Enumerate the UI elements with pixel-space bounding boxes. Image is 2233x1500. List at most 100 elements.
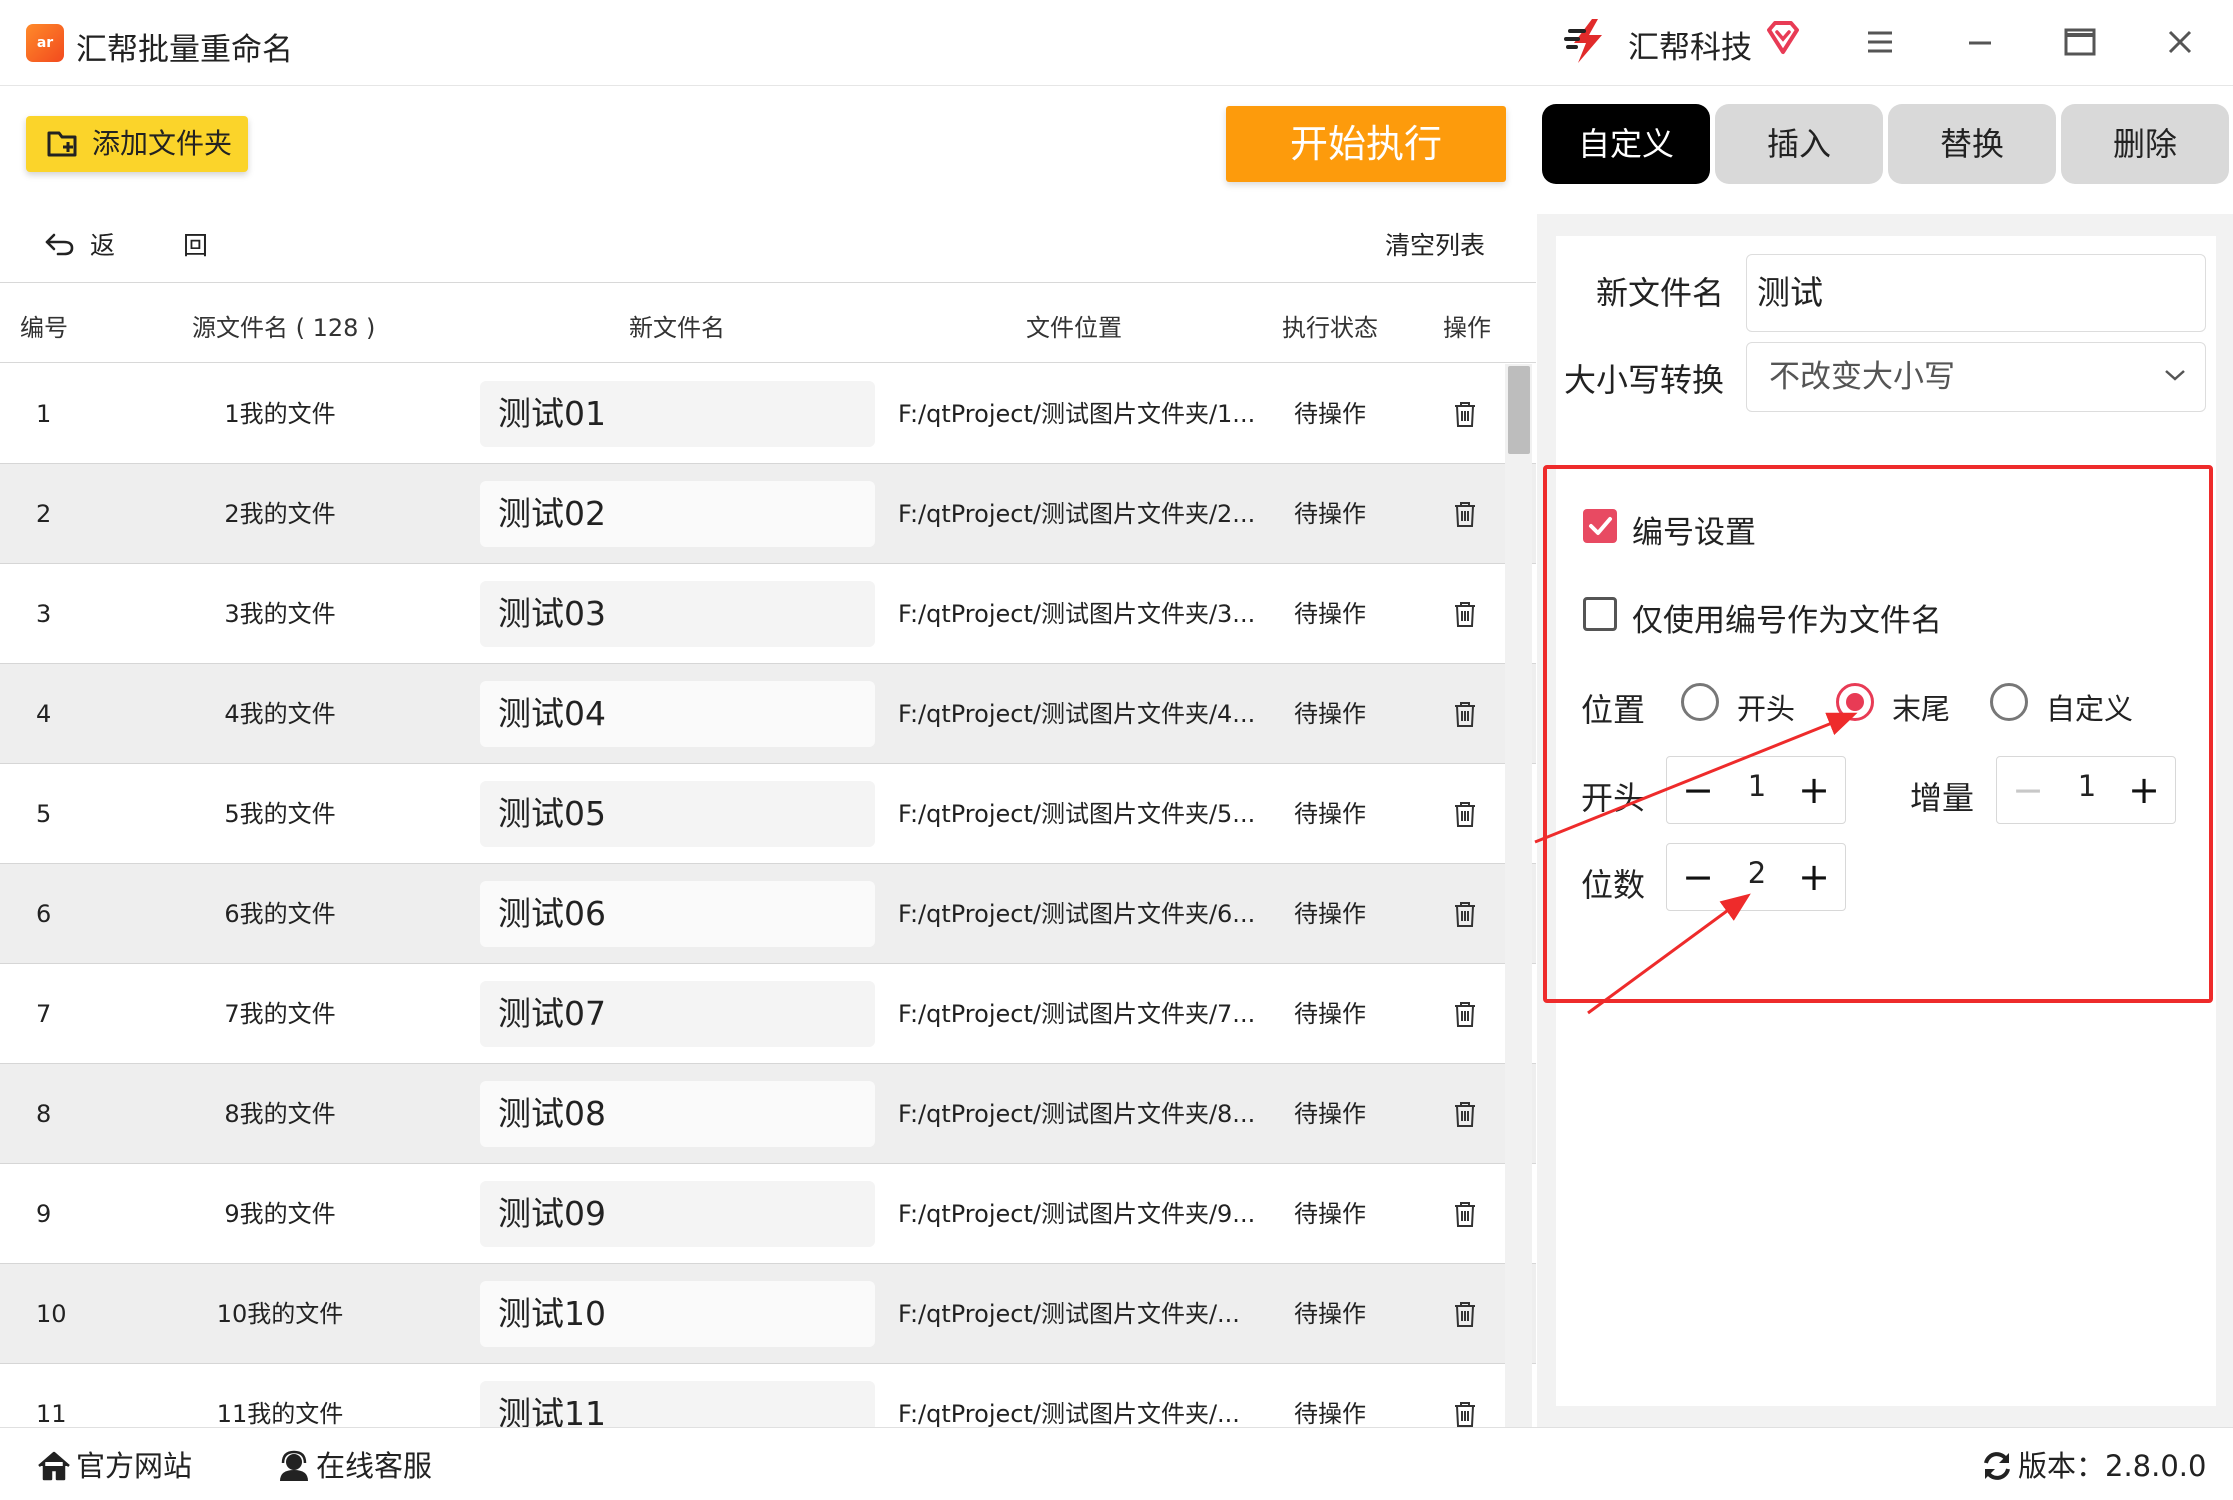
status-text: 待操作 bbox=[1294, 1100, 1366, 1128]
file-path: F:/qtProject/测试图片文件夹/2... bbox=[898, 500, 1256, 528]
menu-icon[interactable] bbox=[1858, 20, 1902, 64]
row-number: 10 bbox=[36, 1300, 67, 1328]
minimize-icon[interactable] bbox=[1958, 20, 2002, 64]
col-header-new: 新文件名 bbox=[629, 314, 725, 342]
start-execute-button[interactable]: 开始执行 bbox=[1226, 106, 1506, 182]
table-row[interactable]: 6 6我的文件 测试06 F:/qtProject/测试图片文件夹/6... 待… bbox=[0, 864, 1536, 964]
file-path: F:/qtProject/测试图片文件夹/6... bbox=[898, 900, 1256, 928]
row-number: 11 bbox=[36, 1400, 67, 1427]
new-name-input[interactable]: 测试 bbox=[1746, 254, 2206, 332]
divider bbox=[0, 282, 1536, 283]
tab-delete[interactable]: 删除 bbox=[2061, 104, 2229, 184]
new-filename-field[interactable]: 测试08 bbox=[480, 1081, 875, 1147]
online-support-link[interactable]: 在线客服 bbox=[276, 1443, 432, 1485]
file-table: 1 1我的文件 测试01 F:/qtProject/测试图片文件夹/1... 待… bbox=[0, 364, 1536, 1427]
source-filename: 5我的文件 bbox=[224, 800, 336, 828]
headset-icon bbox=[280, 1450, 308, 1481]
new-filename-field[interactable]: 测试05 bbox=[480, 781, 875, 847]
close-icon[interactable] bbox=[2158, 20, 2202, 64]
tab-replace[interactable]: 替换 bbox=[1888, 104, 2056, 184]
row-number: 9 bbox=[36, 1200, 52, 1228]
status-text: 待操作 bbox=[1294, 1000, 1366, 1028]
official-website-label: 官方网站 bbox=[76, 1449, 193, 1483]
official-website-link[interactable]: 官方网站 bbox=[36, 1443, 192, 1485]
source-filename: 8我的文件 bbox=[224, 1100, 336, 1128]
new-filename-field[interactable]: 测试07 bbox=[480, 981, 875, 1047]
refresh-icon bbox=[1984, 1452, 2010, 1480]
trash-icon[interactable] bbox=[1452, 900, 1478, 928]
version-info: 版本：2.8.0.0 bbox=[1980, 1443, 2206, 1485]
table-row[interactable]: 4 4我的文件 测试04 F:/qtProject/测试图片文件夹/4... 待… bbox=[0, 664, 1536, 764]
diamond-vip-icon[interactable] bbox=[1765, 20, 1801, 56]
table-row[interactable]: 7 7我的文件 测试07 F:/qtProject/测试图片文件夹/7... 待… bbox=[0, 964, 1536, 1064]
tab-insert[interactable]: 插入 bbox=[1715, 104, 1883, 184]
trash-icon[interactable] bbox=[1452, 400, 1478, 428]
source-filename: 3我的文件 bbox=[224, 600, 336, 628]
folder-add-icon bbox=[47, 131, 77, 157]
status-text: 待操作 bbox=[1294, 1200, 1366, 1228]
new-filename-field[interactable]: 测试01 bbox=[480, 381, 875, 447]
status-text: 待操作 bbox=[1294, 500, 1366, 528]
add-folder-label: 添加文件夹 bbox=[92, 127, 233, 160]
table-row[interactable]: 11 11我的文件 测试11 F:/qtProject/测试图片文件夹/... … bbox=[0, 1364, 1536, 1427]
new-filename-field[interactable]: 测试03 bbox=[480, 581, 875, 647]
new-filename-field[interactable]: 测试10 bbox=[480, 1281, 875, 1347]
source-filename: 4我的文件 bbox=[224, 700, 336, 728]
clear-list-button[interactable]: 清空列表 bbox=[1385, 226, 1485, 262]
table-row[interactable]: 5 5我的文件 测试05 F:/qtProject/测试图片文件夹/5... 待… bbox=[0, 764, 1536, 864]
new-filename-field[interactable]: 测试06 bbox=[480, 881, 875, 947]
brand-name: 汇帮科技 bbox=[1628, 30, 1752, 66]
table-row[interactable]: 1 1我的文件 测试01 F:/qtProject/测试图片文件夹/1... 待… bbox=[0, 364, 1536, 464]
new-name-label: 新文件名 bbox=[1596, 274, 1725, 312]
back-button[interactable]: 返 回 bbox=[44, 226, 238, 262]
trash-icon[interactable] bbox=[1452, 600, 1478, 628]
trash-icon[interactable] bbox=[1452, 1300, 1478, 1328]
trash-icon[interactable] bbox=[1452, 800, 1478, 828]
add-folder-button[interactable]: 添加文件夹 bbox=[26, 116, 248, 172]
file-path: F:/qtProject/测试图片文件夹/1... bbox=[898, 400, 1256, 428]
table-row[interactable]: 10 10我的文件 测试10 F:/qtProject/测试图片文件夹/... … bbox=[0, 1264, 1536, 1364]
col-header-status: 执行状态 bbox=[1282, 314, 1378, 342]
table-row[interactable]: 8 8我的文件 测试08 F:/qtProject/测试图片文件夹/8... 待… bbox=[0, 1064, 1536, 1164]
case-select[interactable]: 不改变大小写 bbox=[1746, 342, 2206, 412]
status-text: 待操作 bbox=[1294, 900, 1366, 928]
table-row[interactable]: 3 3我的文件 测试03 F:/qtProject/测试图片文件夹/3... 待… bbox=[0, 564, 1536, 664]
row-number: 7 bbox=[36, 1000, 52, 1028]
status-text: 待操作 bbox=[1294, 600, 1366, 628]
maximize-icon[interactable] bbox=[2058, 20, 2102, 64]
divider bbox=[0, 362, 1536, 363]
new-filename-field[interactable]: 测试02 bbox=[480, 481, 875, 547]
trash-icon[interactable] bbox=[1452, 1200, 1478, 1228]
row-number: 1 bbox=[36, 400, 52, 428]
row-number: 6 bbox=[36, 900, 52, 928]
brand-logo-icon bbox=[1564, 19, 1602, 63]
row-number: 4 bbox=[36, 700, 52, 728]
trash-icon[interactable] bbox=[1452, 700, 1478, 728]
case-label: 大小写转换 bbox=[1564, 361, 1725, 399]
online-support-label: 在线客服 bbox=[316, 1449, 433, 1483]
trash-icon[interactable] bbox=[1452, 1100, 1478, 1128]
version-label: 版本：2.8.0.0 bbox=[2018, 1449, 2207, 1483]
status-text: 待操作 bbox=[1294, 1300, 1366, 1328]
tab-custom[interactable]: 自定义 bbox=[1542, 104, 1710, 184]
col-header-op: 操作 bbox=[1443, 314, 1491, 342]
new-filename-field[interactable]: 测试11 bbox=[480, 1381, 875, 1427]
table-row[interactable]: 2 2我的文件 测试02 F:/qtProject/测试图片文件夹/2... 待… bbox=[0, 464, 1536, 564]
scrollbar-thumb[interactable] bbox=[1508, 366, 1530, 454]
col-header-num: 编号 bbox=[20, 314, 68, 342]
status-bar: 官方网站 在线客服 版本：2.8.0.0 bbox=[0, 1427, 2233, 1500]
trash-icon[interactable] bbox=[1452, 500, 1478, 528]
back-label: 返 回 bbox=[90, 231, 238, 260]
scrollbar[interactable] bbox=[1505, 364, 1532, 1427]
file-path: F:/qtProject/测试图片文件夹/7... bbox=[898, 1000, 1256, 1028]
file-path: F:/qtProject/测试图片文件夹/4... bbox=[898, 700, 1256, 728]
new-filename-field[interactable]: 测试04 bbox=[480, 681, 875, 747]
file-path: F:/qtProject/测试图片文件夹/9... bbox=[898, 1200, 1256, 1228]
home-icon bbox=[38, 1451, 70, 1481]
new-filename-field[interactable]: 测试09 bbox=[480, 1181, 875, 1247]
source-filename: 6我的文件 bbox=[224, 900, 336, 928]
trash-icon[interactable] bbox=[1452, 1000, 1478, 1028]
table-row[interactable]: 9 9我的文件 测试09 F:/qtProject/测试图片文件夹/9... 待… bbox=[0, 1164, 1536, 1264]
app-logo-icon: ar bbox=[26, 24, 64, 62]
trash-icon[interactable] bbox=[1452, 1400, 1478, 1427]
